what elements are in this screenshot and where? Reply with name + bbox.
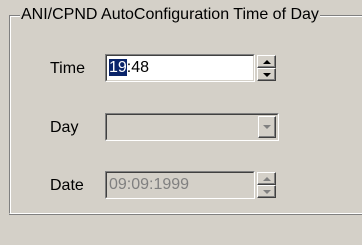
groupbox-title: ANI/CPND AutoConfiguration Time of Day [20, 5, 320, 25]
time-hours-selected[interactable]: 19 [109, 59, 127, 76]
time-spin-down-button[interactable] [257, 68, 276, 81]
date-spin-up-button[interactable] [257, 172, 276, 185]
chevron-down-icon [263, 125, 271, 129]
arrow-down-icon [262, 189, 271, 194]
date-value: 09:09:1999 [109, 176, 190, 193]
date-spin-down-button[interactable] [257, 185, 276, 198]
day-label: Day [50, 119, 79, 136]
time-spin-up-button[interactable] [257, 55, 276, 68]
arrow-down-icon [262, 72, 271, 77]
time-label: Time [50, 60, 85, 77]
date-label: Date [50, 177, 84, 194]
day-dropdown-button[interactable] [258, 116, 276, 138]
arrow-up-icon [262, 176, 271, 181]
arrow-up-icon [262, 59, 271, 64]
time-field[interactable]: 19:48 [105, 54, 255, 82]
day-dropdown[interactable] [105, 113, 279, 141]
time-minutes[interactable]: :48 [127, 59, 149, 76]
date-field[interactable]: 09:09:1999 [105, 171, 255, 199]
